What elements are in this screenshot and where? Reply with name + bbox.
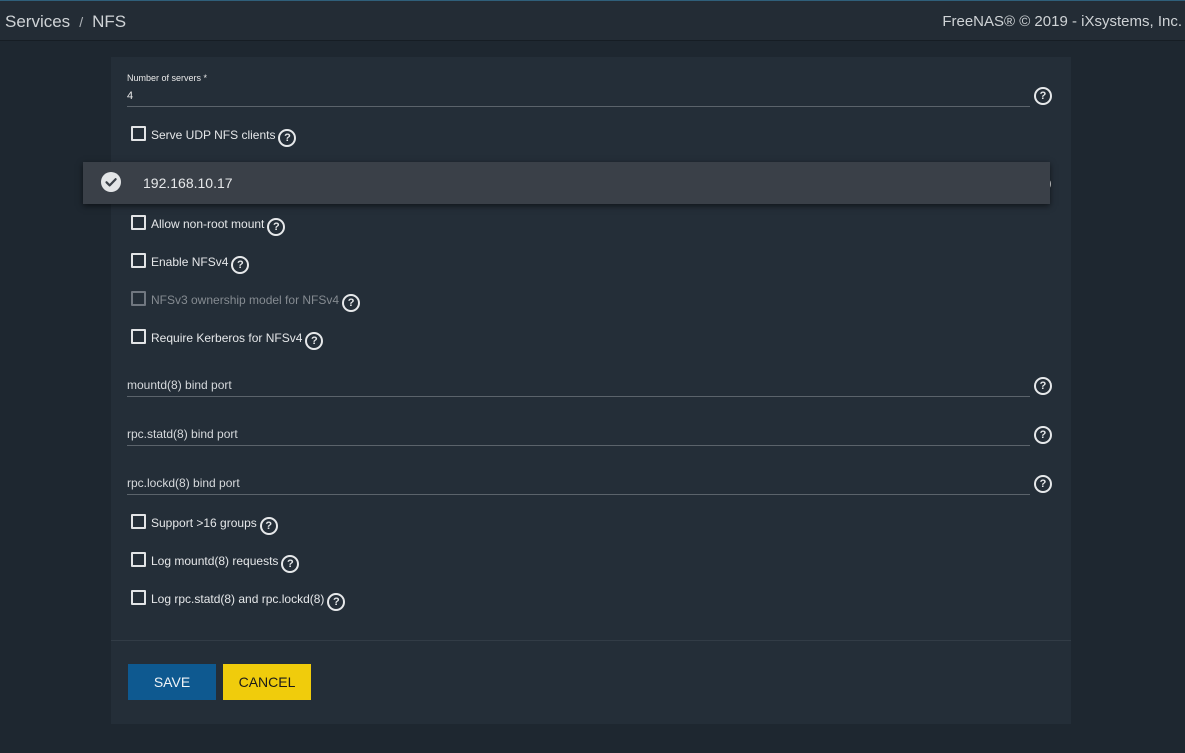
logrpc-help-icon[interactable]: ?: [327, 593, 346, 611]
nonroot-label: Allow non-root mount: [151, 217, 265, 231]
nfs-settings-card: Number of servers * 4 ? Serve UDP NFS cl…: [111, 57, 1071, 724]
servers-field[interactable]: Number of servers * 4: [127, 71, 1030, 107]
nfsv4-label: Enable NFSv4: [151, 255, 229, 269]
nfsv4-checkbox-row[interactable]: Enable NFSv4?: [131, 253, 250, 274]
mountd-port-placeholder: mountd(8) bind port: [127, 378, 232, 392]
copyright[interactable]: FreeNAS® © 2019 - iXsystems, Inc.: [942, 13, 1182, 30]
servers-label: Number of servers *: [127, 73, 208, 83]
logrpc-checkbox[interactable]: [131, 590, 146, 605]
breadcrumb-separator: /: [79, 14, 84, 30]
nfsv4-help-icon[interactable]: ?: [231, 256, 250, 274]
mountd-port-field[interactable]: mountd(8) bind port: [127, 375, 1030, 397]
nfsv4-checkbox[interactable]: [131, 253, 146, 268]
servers-input[interactable]: 4: [127, 90, 133, 102]
udp-help-icon[interactable]: ?: [278, 129, 297, 147]
logrpc-checkbox-row[interactable]: Log rpc.statd(8) and rpc.lockd(8)?: [131, 590, 346, 611]
statd-port-field[interactable]: rpc.statd(8) bind port: [127, 424, 1030, 446]
udp-checkbox[interactable]: [131, 126, 146, 141]
servers-help-icon[interactable]: ?: [1034, 87, 1052, 105]
logmountd-checkbox-row[interactable]: Log mountd(8) requests?: [131, 552, 300, 573]
kerberos-checkbox[interactable]: [131, 329, 146, 344]
kerberos-label: Require Kerberos for NFSv4: [151, 331, 303, 345]
logmountd-help-icon[interactable]: ?: [281, 555, 300, 573]
mountd-port-help-icon[interactable]: ?: [1034, 377, 1052, 395]
logrpc-label: Log rpc.statd(8) and rpc.lockd(8): [151, 592, 325, 606]
groups16-help-icon[interactable]: ?: [259, 517, 278, 535]
nonroot-checkbox[interactable]: [131, 215, 146, 230]
save-button[interactable]: SAVE: [128, 664, 216, 700]
bind-ip-dropdown-panel[interactable]: 192.168.10.17: [83, 162, 1050, 204]
dropdown-option-label: 192.168.10.17: [143, 175, 233, 191]
actions-divider: [111, 640, 1071, 641]
groups16-checkbox[interactable]: [131, 514, 146, 529]
v3owner-help-icon[interactable]: ?: [342, 294, 361, 312]
lockd-port-help-icon[interactable]: ?: [1034, 475, 1052, 493]
udp-checkbox-row[interactable]: Serve UDP NFS clients?: [131, 126, 297, 147]
groups16-checkbox-row[interactable]: Support >16 groups?: [131, 514, 278, 535]
v3owner-label: NFSv3 ownership model for NFSv4: [151, 293, 340, 307]
kerberos-help-icon[interactable]: ?: [305, 332, 324, 350]
lockd-port-field[interactable]: rpc.lockd(8) bind port: [127, 473, 1030, 495]
nonroot-checkbox-row[interactable]: Allow non-root mount?: [131, 215, 286, 236]
breadcrumb: Services / NFS: [5, 12, 126, 32]
nonroot-help-icon[interactable]: ?: [267, 218, 286, 236]
statd-port-help-icon[interactable]: ?: [1034, 426, 1052, 444]
statd-port-placeholder: rpc.statd(8) bind port: [127, 427, 238, 441]
logmountd-label: Log mountd(8) requests: [151, 554, 279, 568]
v3owner-checkbox-row: NFSv3 ownership model for NFSv4?: [131, 291, 361, 312]
top-bar: Services / NFS FreeNAS® © 2019 - iXsystems…: [0, 0, 1185, 41]
lockd-port-placeholder: rpc.lockd(8) bind port: [127, 476, 240, 490]
cancel-button[interactable]: CANCEL: [223, 664, 311, 700]
udp-label: Serve UDP NFS clients: [151, 128, 276, 142]
groups16-label: Support >16 groups: [151, 516, 257, 530]
logmountd-checkbox[interactable]: [131, 552, 146, 567]
breadcrumb-services[interactable]: Services: [5, 12, 70, 31]
v3owner-checkbox: [131, 291, 146, 306]
kerberos-checkbox-row[interactable]: Require Kerberos for NFSv4?: [131, 329, 324, 350]
breadcrumb-nfs: NFS: [92, 12, 127, 31]
check-circle-icon: [101, 172, 121, 192]
